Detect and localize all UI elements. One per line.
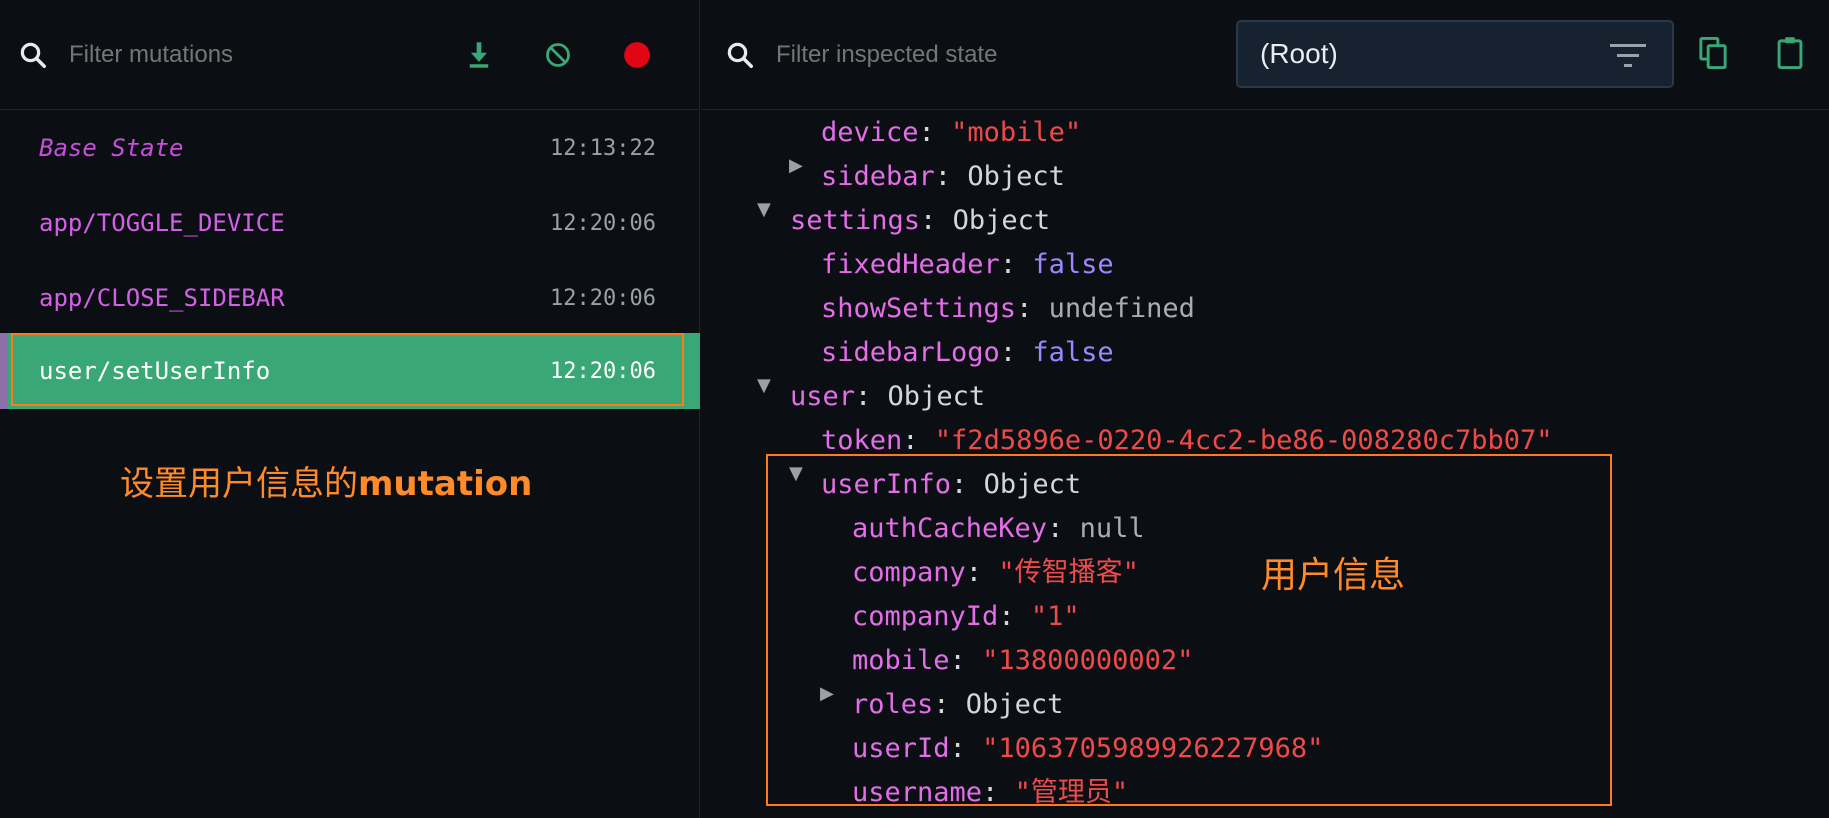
filter-mutations-input[interactable] [67, 36, 431, 74]
mutation-name: app/CLOSE_SIDEBAR [39, 284, 285, 312]
key-show-settings: showSettings [821, 293, 1017, 324]
value-show-settings: undefined [1048, 293, 1195, 324]
mutations-toolbar [0, 0, 699, 110]
tree-row-settings[interactable]: settings: Object [790, 199, 1050, 243]
clear-button[interactable] [541, 38, 575, 72]
key-sidebar-logo: sidebarLogo [821, 337, 1000, 368]
block-icon [546, 43, 570, 67]
highlight-box-user-info [766, 454, 1612, 806]
key-device: device [821, 117, 919, 148]
mutation-time: 12:20:06 [550, 210, 656, 236]
value-user: Object [887, 381, 986, 412]
annotation-prefix: 设置用户信息的 [120, 464, 358, 504]
clipboard-icon [1777, 37, 1803, 70]
record-icon [624, 42, 650, 68]
tree-row-user[interactable]: user: Object [790, 375, 985, 419]
expand-sidebar-toggle[interactable]: ▶ [789, 155, 803, 176]
inspector-toolbar: (Root) [701, 0, 1829, 110]
root-select-value: (Root) [1260, 38, 1338, 69]
mutation-row-close-sidebar[interactable]: app/CLOSE_SIDEBAR 12:20:06 [0, 260, 700, 336]
tree-row-device[interactable]: device: "mobile" [821, 111, 1081, 155]
annotation-suffix: mutation [358, 464, 533, 504]
tree-row-show-settings[interactable]: showSettings: undefined [821, 287, 1195, 331]
collapse-settings-toggle[interactable]: ▼ [757, 199, 771, 220]
key-sidebar: sidebar [821, 161, 935, 192]
value-sidebar: Object [967, 161, 1065, 192]
state-inspector-pane: (Root) device: "mobile" ▶ sideb [701, 0, 1829, 818]
value-settings: Object [952, 205, 1051, 236]
download-button[interactable] [462, 38, 496, 72]
key-token: token [821, 425, 903, 456]
filter-lines-icon [1610, 44, 1646, 67]
record-button[interactable] [620, 38, 654, 72]
mutation-time: 12:13:22 [550, 135, 656, 161]
mutation-annotation: 设置用户信息的mutation [120, 456, 532, 505]
filter-state-input[interactable] [774, 36, 1198, 74]
user-info-annotation: 用户信息 [1261, 555, 1406, 596]
mutation-row-toggle-device[interactable]: app/TOGGLE_DEVICE 12:20:06 [0, 185, 700, 261]
value-sidebar-logo: false [1032, 337, 1114, 368]
value-device: "mobile" [951, 117, 1082, 148]
collapse-user-toggle[interactable]: ▼ [757, 375, 771, 396]
download-icon [469, 42, 489, 68]
selection-stripe [0, 333, 8, 409]
key-user: user [790, 381, 856, 412]
copy-button[interactable] [1696, 36, 1730, 70]
paste-button[interactable] [1773, 36, 1807, 70]
tree-row-sidebar-logo[interactable]: sidebarLogo: false [821, 331, 1114, 375]
mutation-time: 12:20:06 [550, 285, 656, 311]
value-token: "f2d5896e-0220-4cc2-be86-008280c7bb07" [934, 425, 1553, 456]
tree-row-fixed-header[interactable]: fixedHeader: false [821, 243, 1114, 287]
tree-row-sidebar[interactable]: sidebar: Object [821, 155, 1065, 199]
mutation-name: Base State [39, 134, 184, 162]
root-select[interactable]: (Root) [1236, 20, 1674, 88]
mutation-row-base-state[interactable]: Base State 12:13:22 [0, 110, 700, 186]
value-fixed-header: false [1032, 249, 1114, 280]
copy-icon [1699, 36, 1727, 70]
key-settings: settings [790, 205, 921, 236]
mutations-pane: Base State 12:13:22 app/TOGGLE_DEVICE 12… [0, 0, 700, 818]
search-icon [20, 42, 46, 68]
mutation-name: app/TOGGLE_DEVICE [39, 209, 285, 237]
key-fixed-header: fixedHeader [821, 249, 1000, 280]
search-icon [727, 42, 753, 68]
highlight-box-selected-mutation [11, 333, 684, 406]
